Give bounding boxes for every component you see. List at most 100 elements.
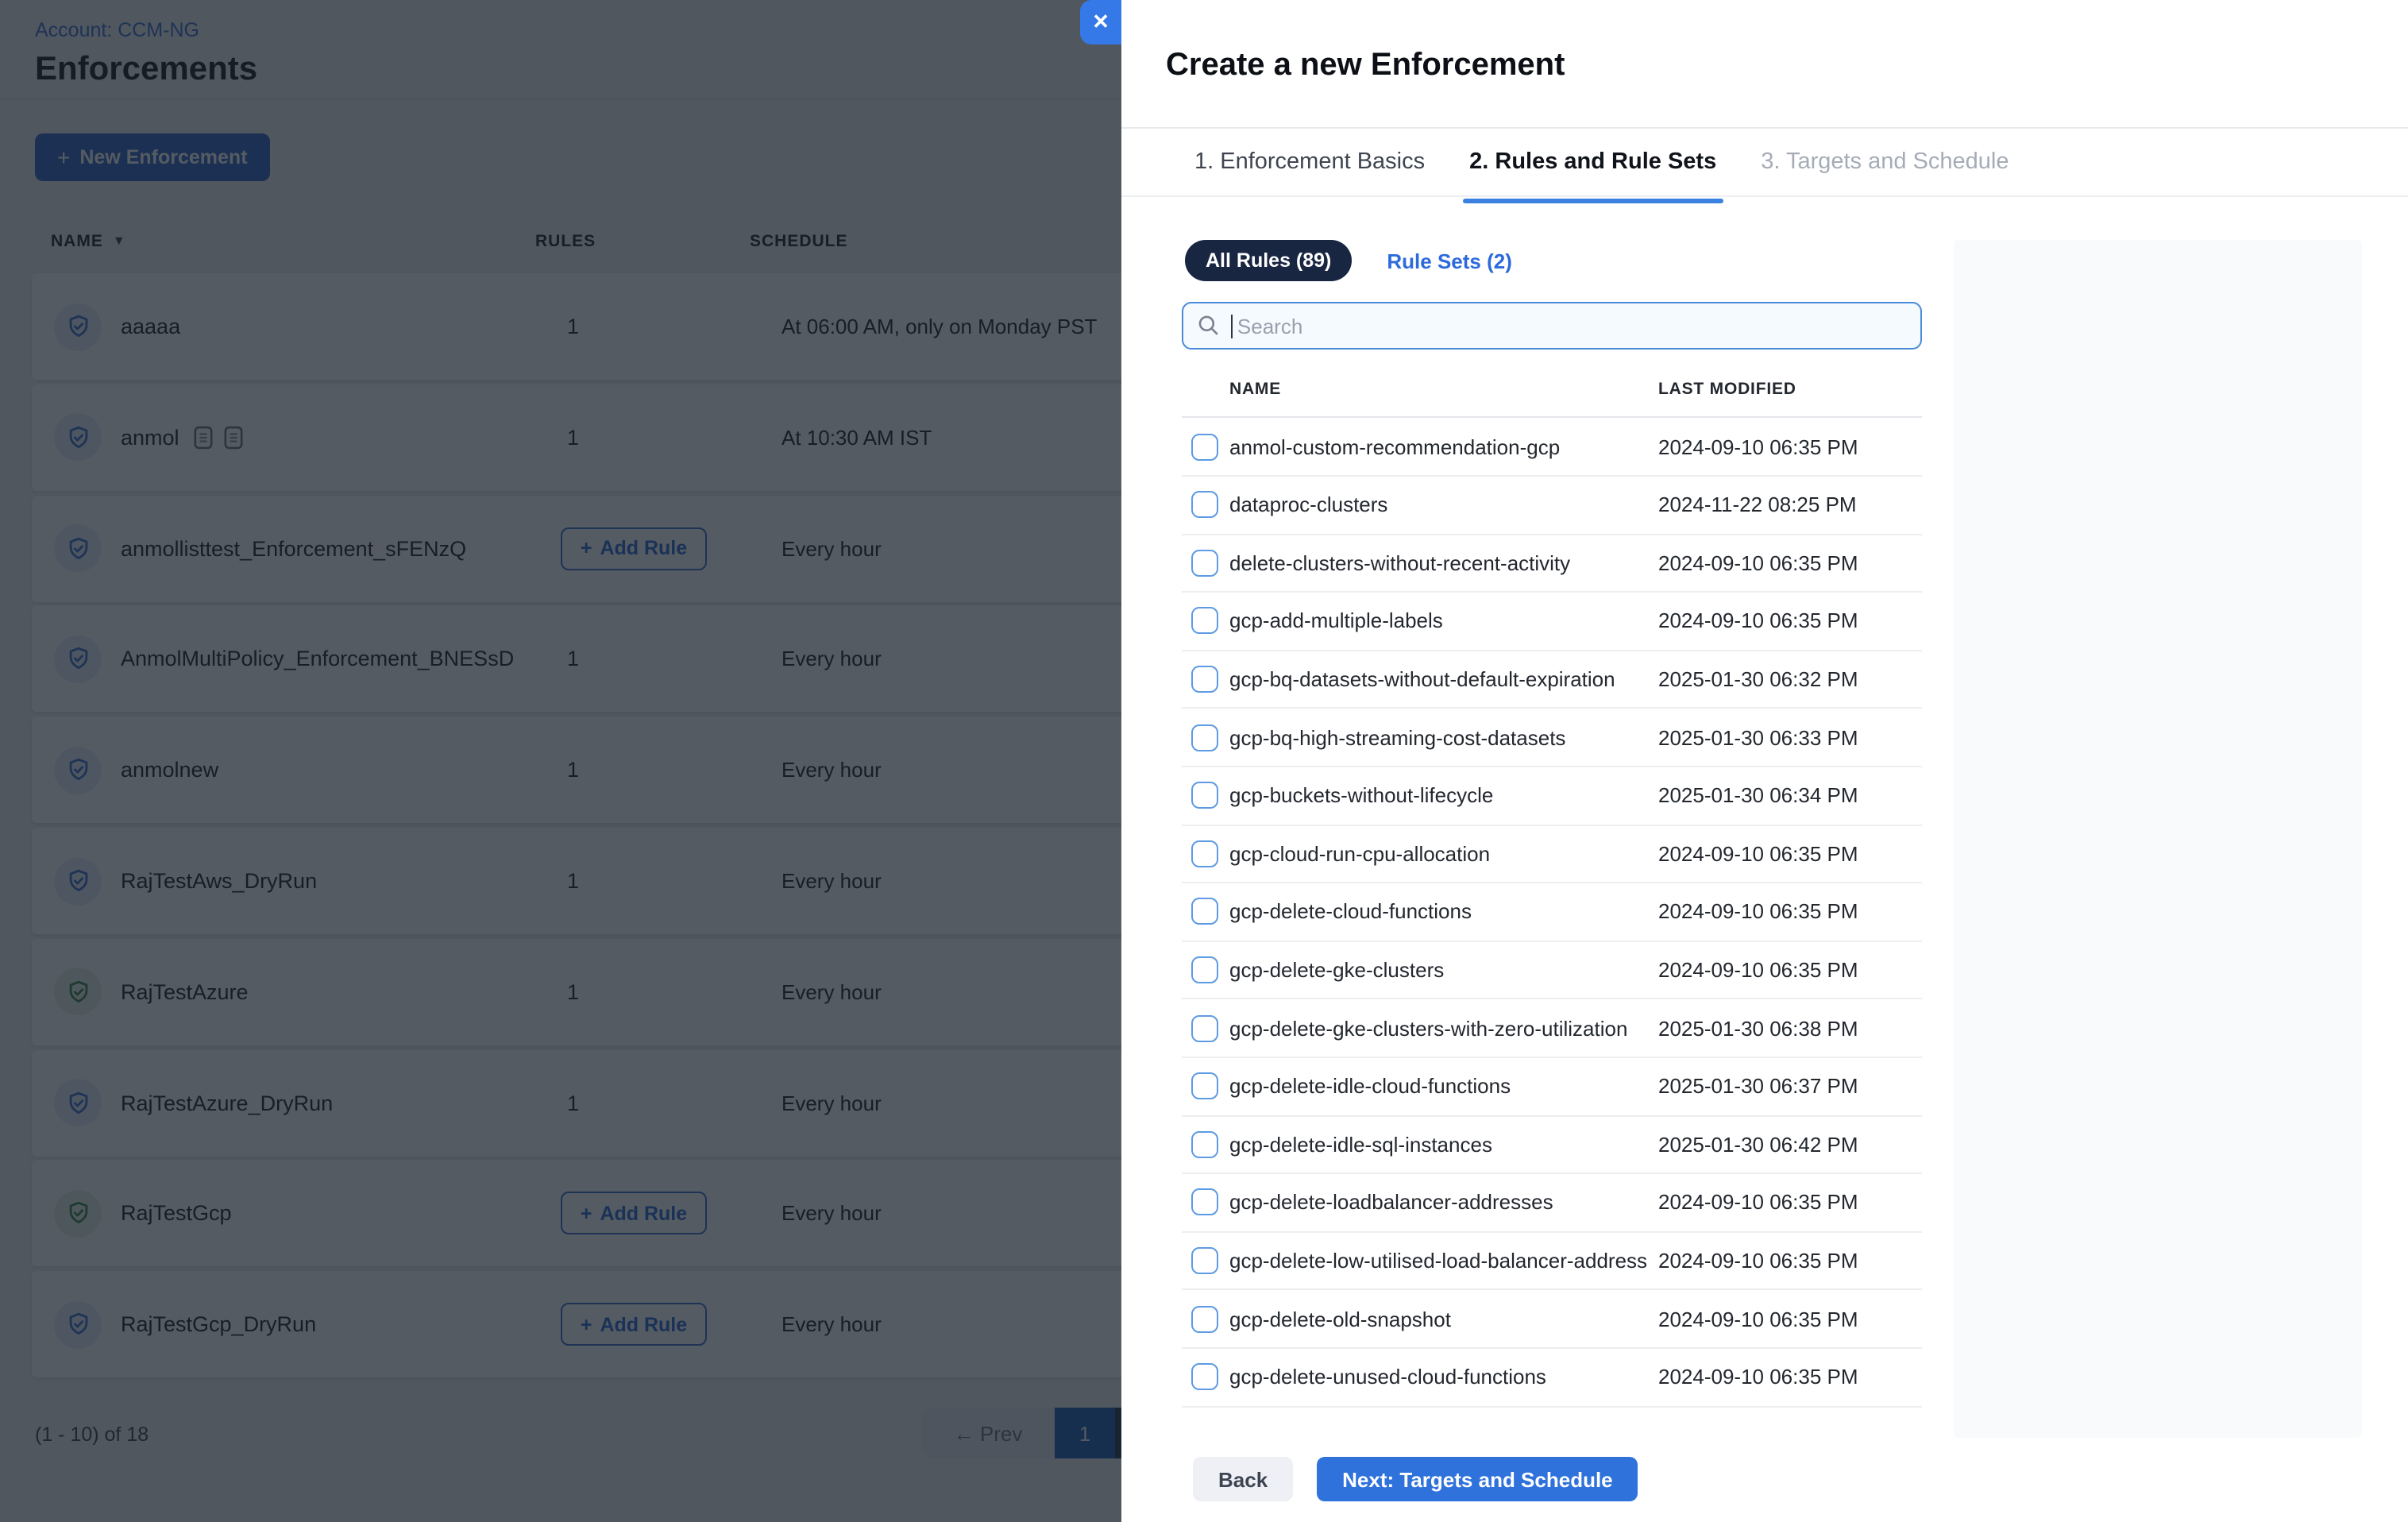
- rule-name: gcp-delete-cloud-functions: [1229, 900, 1472, 924]
- pagination-page-1-button[interactable]: 1: [1055, 1408, 1115, 1458]
- drawer-title-divider: [1121, 127, 2408, 129]
- rule-sets-toggle-button[interactable]: Rule Sets (2): [1377, 247, 1522, 274]
- rule-name: gcp-buckets-without-lifecycle: [1229, 783, 1493, 807]
- enforcement-name[interactable]: anmolnew: [121, 758, 218, 782]
- rule-row[interactable]: gcp-delete-old-snapshot2024-09-10 06:35 …: [1182, 1290, 1922, 1349]
- rule-name: gcp-delete-gke-clusters-with-zero-utiliz…: [1229, 1016, 1627, 1040]
- rule-name: gcp-delete-unused-cloud-functions: [1229, 1365, 1546, 1389]
- search-icon: [1198, 315, 1220, 337]
- column-header-name[interactable]: NAME▼: [51, 232, 126, 251]
- rule-checkbox[interactable]: [1191, 782, 1218, 809]
- rule-checkbox[interactable]: [1191, 1189, 1218, 1216]
- add-rule-button[interactable]: +Add Rule: [561, 1192, 707, 1235]
- rule-checkbox[interactable]: [1191, 549, 1218, 576]
- enforcement-row[interactable]: RajTestGcp_DryRun +Add Rule Every hour: [32, 1271, 1239, 1377]
- create-enforcement-drawer: ✕ Create a new Enforcement 1. Enforcemen…: [1121, 0, 2408, 1522]
- shield-blue-icon: [54, 857, 102, 905]
- enforcement-name[interactable]: aaaaa: [121, 315, 180, 338]
- document-icon: [194, 426, 213, 450]
- rule-checkbox[interactable]: [1191, 724, 1218, 751]
- rule-checkbox[interactable]: [1191, 433, 1218, 460]
- rule-row[interactable]: gcp-delete-idle-sql-instances2025-01-30 …: [1182, 1115, 1922, 1174]
- rules-count: 1: [567, 1091, 579, 1114]
- rule-row[interactable]: gcp-buckets-without-lifecycle 2025-01-30 …: [1182, 767, 1922, 825]
- all-rules-toggle-button[interactable]: All Rules (89): [1185, 240, 1352, 281]
- rules-count: 1: [567, 647, 579, 671]
- enforcement-name[interactable]: anmollisttest_Enforcement_sFENzQ: [121, 536, 466, 560]
- tabs-divider: [1121, 195, 2408, 197]
- close-drawer-button[interactable]: ✕: [1080, 0, 1121, 44]
- next-targets-schedule-button[interactable]: Next: Targets and Schedule: [1317, 1457, 1638, 1501]
- breadcrumb-account[interactable]: Account: CCM-NG: [35, 19, 199, 41]
- column-header-rules: RULES: [535, 232, 596, 251]
- rule-last-modified: 2024-09-10 06:35 PM: [1658, 841, 1858, 865]
- rule-last-modified: 2025-01-30 06:37 PM: [1658, 1074, 1858, 1098]
- schedule-text: Every hour: [781, 869, 882, 893]
- enforcement-name[interactable]: RajTestAzure_DryRun: [121, 1091, 333, 1114]
- rule-last-modified: 2025-01-30 06:34 PM: [1658, 783, 1858, 807]
- rule-row[interactable]: anmol-custom-recommendation-gcp2024-09-1…: [1182, 418, 1922, 477]
- shield-green-icon: [54, 968, 102, 1016]
- pagination-next-partial[interactable]: [1115, 1408, 1121, 1458]
- rule-row[interactable]: gcp-delete-cloud-functions2024-09-10 06:…: [1182, 883, 1922, 942]
- rule-checkbox[interactable]: [1191, 491, 1218, 518]
- rule-row[interactable]: gcp-cloud-run-cpu-allocation2024-09-10 0…: [1182, 825, 1922, 883]
- rule-checkbox[interactable]: [1191, 666, 1218, 693]
- text-caret: [1231, 314, 1233, 338]
- rule-row[interactable]: gcp-delete-unused-cloud-functions2024-09…: [1182, 1348, 1922, 1407]
- new-enforcement-button[interactable]: + New Enforcement: [35, 133, 270, 181]
- enforcement-name[interactable]: RajTestGcp_DryRun: [121, 1312, 316, 1336]
- rule-checkbox[interactable]: [1191, 1130, 1218, 1157]
- rule-checkbox[interactable]: [1191, 608, 1218, 635]
- rule-row[interactable]: gcp-bq-high-streaming-cost-datasets2025-…: [1182, 709, 1922, 767]
- enforcement-name[interactable]: anmol: [121, 426, 179, 450]
- rule-row[interactable]: gcp-bq-datasets-without-default-expirati…: [1182, 651, 1922, 709]
- rule-name: gcp-delete-loadbalancer-addresses: [1229, 1191, 1553, 1215]
- rule-checkbox[interactable]: [1191, 1072, 1218, 1099]
- rule-last-modified: 2025-01-30 06:32 PM: [1658, 667, 1858, 691]
- enforcement-name[interactable]: RajTestAws_DryRun: [121, 869, 317, 893]
- new-enforcement-label: New Enforcement: [79, 146, 247, 168]
- rule-checkbox[interactable]: [1191, 840, 1218, 867]
- search-input[interactable]: [1234, 312, 1906, 339]
- enforcement-row[interactable]: AnmolMultiPolicy_Enforcement_BNESsD1Ever…: [32, 606, 1239, 713]
- rule-checkbox[interactable]: [1191, 1247, 1218, 1274]
- rule-checkbox[interactable]: [1191, 1014, 1218, 1041]
- enforcement-row[interactable]: RajTestAzure1Every hour: [32, 939, 1239, 1045]
- rule-row[interactable]: delete-clusters-without-recent-activity2…: [1182, 534, 1922, 593]
- rule-checkbox[interactable]: [1191, 1363, 1218, 1390]
- schedule-text: Every hour: [781, 1312, 882, 1336]
- enforcement-row[interactable]: anmollisttest_Enforcement_sFENzQ +Add Rul…: [32, 495, 1239, 601]
- schedule-text: At 06:00 AM, only on Monday PST: [781, 315, 1097, 338]
- rule-row[interactable]: gcp-delete-loadbalancer-addresses2024-09…: [1182, 1174, 1922, 1233]
- rule-row[interactable]: gcp-delete-gke-clusters2024-09-10 06:35 …: [1182, 941, 1922, 1000]
- rules-count: 1: [567, 315, 579, 338]
- rule-checkbox[interactable]: [1191, 956, 1218, 983]
- rules-search[interactable]: [1182, 302, 1922, 350]
- enforcement-row[interactable]: anmolnew1Every hour: [32, 717, 1239, 823]
- enforcement-name[interactable]: RajTestGcp: [121, 1202, 232, 1226]
- enforcement-name[interactable]: RajTestAzure: [121, 980, 249, 1004]
- rule-row[interactable]: gcp-add-multiple-labels2024-09-10 06:35 …: [1182, 593, 1922, 651]
- rule-row[interactable]: gcp-delete-idle-cloud-functions2025-01-3…: [1182, 1057, 1922, 1116]
- add-rule-button[interactable]: +Add Rule: [561, 527, 707, 570]
- pagination-prev-button[interactable]: ← Prev: [921, 1421, 1055, 1445]
- rules-column-header-name: NAME: [1229, 380, 1281, 399]
- enforcement-row[interactable]: aaaaa 1 At 06:00 AM, only on Monday PST: [32, 273, 1239, 380]
- enforcement-name[interactable]: AnmolMultiPolicy_Enforcement_BNESsD: [121, 647, 514, 671]
- add-rule-button[interactable]: +Add Rule: [561, 1303, 707, 1346]
- enforcement-row[interactable]: anmol1At 10:30 AM IST: [32, 384, 1239, 491]
- rule-row[interactable]: gcp-delete-gke-clusters-with-zero-utiliz…: [1182, 999, 1922, 1058]
- rule-name: gcp-bq-high-streaming-cost-datasets: [1229, 725, 1565, 749]
- enforcement-row[interactable]: RajTestGcp+Add RuleEvery hour: [32, 1161, 1239, 1267]
- rule-checkbox[interactable]: [1191, 1305, 1218, 1332]
- rule-row[interactable]: gcp-delete-low-utilised-load-balancer-ad…: [1182, 1232, 1922, 1291]
- rule-row[interactable]: dataproc-clusters2024-11-22 08:25 PM: [1182, 476, 1922, 535]
- rule-badges: [194, 426, 243, 450]
- enforcement-row[interactable]: RajTestAws_DryRun1Every hour: [32, 828, 1239, 934]
- rule-last-modified: 2025-01-30 06:38 PM: [1658, 1016, 1858, 1040]
- back-button[interactable]: Back: [1193, 1457, 1293, 1501]
- enforcement-row[interactable]: RajTestAzure_DryRun1Every hour: [32, 1049, 1239, 1156]
- screen: Account: CCM-NG Enforcements + New Enfor…: [0, 0, 2408, 1522]
- rule-checkbox[interactable]: [1191, 898, 1218, 925]
